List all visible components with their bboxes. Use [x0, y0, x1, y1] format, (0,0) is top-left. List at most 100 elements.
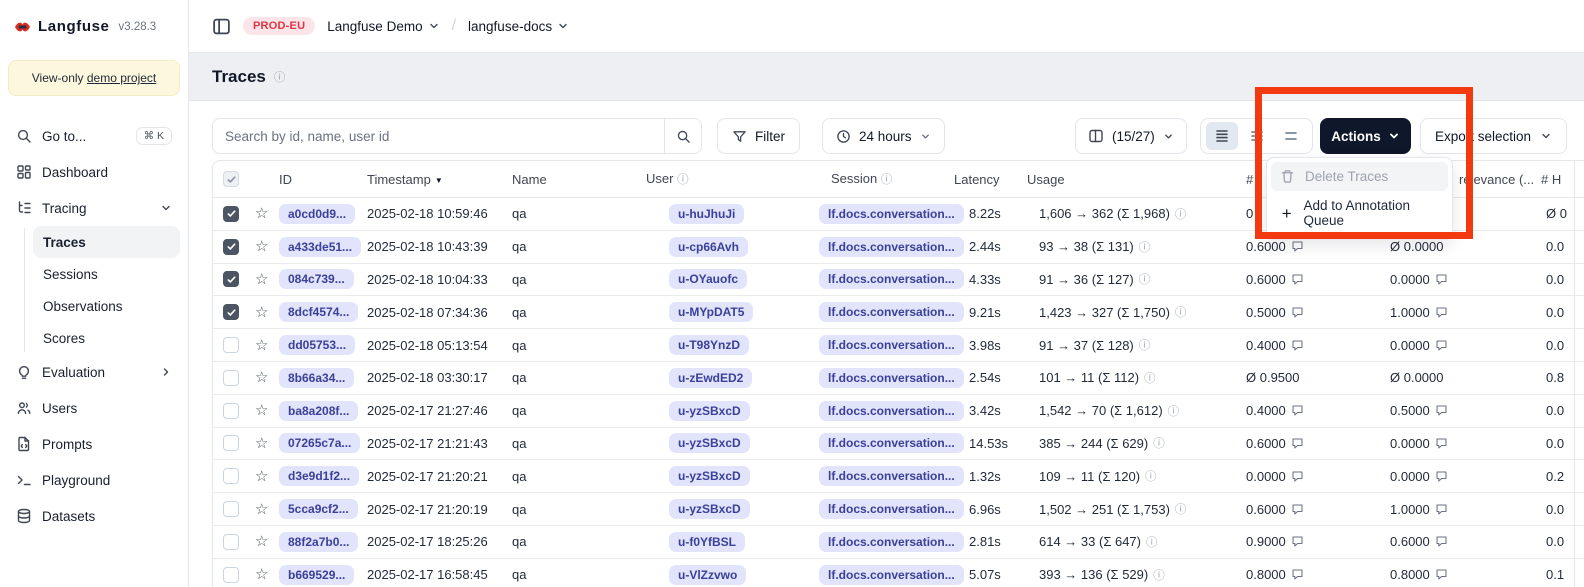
user-id-badge[interactable]: u-VlZzvwo	[669, 565, 746, 585]
user-id-badge[interactable]: u-huJhuJi	[669, 204, 744, 224]
bookmark-star-icon[interactable]: ☆	[255, 402, 268, 419]
row-checkbox[interactable]	[223, 501, 239, 517]
trace-id-badge[interactable]: a433de51...	[279, 237, 361, 257]
bookmark-star-icon[interactable]: ☆	[255, 337, 268, 354]
brand[interactable]: Langfuse v3.28.3	[0, 0, 188, 53]
session-id-badge[interactable]: lf.docs.conversation...	[819, 433, 964, 453]
bookmark-star-icon[interactable]: ☆	[255, 205, 268, 222]
sidebar-item-prompts[interactable]: Prompts	[8, 426, 180, 462]
sidebar-item-datasets[interactable]: Datasets	[8, 498, 180, 534]
user-id-badge[interactable]: u-yzSBxcD	[669, 433, 750, 453]
trace-id-badge[interactable]: 8dcf4574...	[279, 302, 358, 322]
header-session[interactable]: Session ⓘ	[819, 171, 954, 187]
row-checkbox[interactable]	[223, 534, 239, 550]
bookmark-star-icon[interactable]: ☆	[255, 435, 268, 452]
time-range-button[interactable]: 24 hours	[822, 118, 945, 154]
bookmark-star-icon[interactable]: ☆	[255, 501, 268, 518]
demo-project-link[interactable]: demo project	[87, 71, 156, 85]
header-id[interactable]: ID	[279, 172, 367, 187]
trace-id-badge[interactable]: b669529...	[279, 565, 354, 585]
search-button[interactable]	[664, 118, 702, 154]
user-id-badge[interactable]: u-zEwdED2	[669, 368, 752, 388]
header-user[interactable]: User ⓘ	[642, 171, 819, 187]
user-id-badge[interactable]: u-T98YnzD	[669, 335, 749, 355]
sidebar-item-goto[interactable]: Go to... ⌘ K	[8, 118, 180, 154]
user-id-badge[interactable]: u-f0YfBSL	[669, 532, 745, 552]
sidebar-item-dashboard[interactable]: Dashboard	[8, 154, 180, 190]
bookmark-star-icon[interactable]: ☆	[255, 369, 268, 386]
trace-id-badge[interactable]: 07265c7a...	[279, 433, 360, 453]
row-height-tall-button[interactable]	[1275, 122, 1307, 150]
row-height-medium-button[interactable]	[1241, 122, 1273, 150]
session-id-badge[interactable]: lf.docs.conversation...	[819, 401, 964, 421]
session-id-badge[interactable]: lf.docs.conversation...	[819, 532, 964, 552]
user-id-badge[interactable]: u-OYauofc	[669, 269, 747, 289]
session-id-badge[interactable]: lf.docs.conversation...	[819, 269, 964, 289]
filter-button[interactable]: Filter	[717, 118, 800, 154]
sidebar-item-users[interactable]: Users	[8, 390, 180, 426]
bookmark-star-icon[interactable]: ☆	[255, 566, 268, 583]
user-id-badge[interactable]: u-MYpDAT5	[669, 302, 753, 322]
column-visibility-button[interactable]: (15/27)	[1075, 118, 1187, 154]
sidebar-item-playground[interactable]: Playground	[8, 462, 180, 498]
bookmark-star-icon[interactable]: ☆	[255, 304, 268, 321]
actions-button[interactable]: Actions	[1320, 118, 1411, 154]
row-checkbox[interactable]	[223, 435, 239, 451]
row-height-compact-button[interactable]	[1206, 122, 1238, 150]
org-breadcrumb[interactable]: Langfuse Demo	[327, 19, 439, 34]
row-checkbox[interactable]	[223, 337, 239, 353]
menu-item-delete-traces[interactable]: Delete Traces	[1271, 162, 1448, 191]
sidebar-item-sessions[interactable]: Sessions	[33, 258, 180, 290]
row-checkbox[interactable]	[223, 271, 239, 287]
session-id-badge[interactable]: lf.docs.conversation...	[819, 237, 964, 257]
search-input[interactable]	[213, 129, 664, 144]
session-id-badge[interactable]: lf.docs.conversation...	[819, 565, 964, 585]
trace-id-badge[interactable]: 5cca9cf2...	[279, 499, 358, 519]
trace-id-badge[interactable]: dd05753...	[279, 335, 355, 355]
sidebar-item-traces[interactable]: Traces	[33, 226, 180, 258]
project-breadcrumb[interactable]: langfuse-docs	[468, 19, 569, 34]
sidebar-item-scores[interactable]: Scores	[33, 322, 180, 354]
trace-id-badge[interactable]: 084c739...	[279, 269, 354, 289]
menu-item-add-to-annotation-queue[interactable]: + Add to Annotation Queue	[1271, 191, 1448, 235]
session-id-badge[interactable]: lf.docs.conversation...	[819, 302, 964, 322]
row-checkbox[interactable]	[223, 370, 239, 386]
header-usage[interactable]: Usage	[1025, 172, 1241, 187]
session-id-badge[interactable]: lf.docs.conversation...	[819, 204, 964, 224]
user-id-badge[interactable]: u-yzSBxcD	[669, 466, 750, 486]
trace-id-badge[interactable]: ba8a208f...	[279, 401, 358, 421]
trace-id-badge[interactable]: 88f2a7b0...	[279, 532, 358, 552]
header-latency[interactable]: Latency	[954, 172, 1025, 187]
bookmark-star-icon[interactable]: ☆	[255, 468, 268, 485]
trace-id-badge[interactable]: d3e9d1f2...	[279, 466, 359, 486]
trace-timestamp: 2025-02-17 21:20:19	[367, 502, 512, 517]
sidebar-item-observations[interactable]: Observations	[33, 290, 180, 322]
session-id-badge[interactable]: lf.docs.conversation...	[819, 466, 964, 486]
row-checkbox[interactable]	[223, 468, 239, 484]
session-id-badge[interactable]: lf.docs.conversation...	[819, 499, 964, 519]
row-checkbox[interactable]	[223, 239, 239, 255]
row-checkbox[interactable]	[223, 304, 239, 320]
select-all-checkbox[interactable]	[223, 171, 239, 187]
header-relevance[interactable]: relevance (...	[1459, 172, 1539, 187]
trace-id-badge[interactable]: 8b66a34...	[279, 368, 354, 388]
bookmark-star-icon[interactable]: ☆	[255, 533, 268, 550]
row-checkbox[interactable]	[223, 206, 239, 222]
row-checkbox[interactable]	[223, 567, 239, 583]
user-id-badge[interactable]: u-yzSBxcD	[669, 401, 750, 421]
header-timestamp[interactable]: Timestamp▼	[367, 172, 512, 187]
export-selection-button[interactable]: Export selection	[1420, 118, 1567, 154]
panel-left-icon[interactable]	[212, 17, 231, 36]
session-id-badge[interactable]: lf.docs.conversation...	[819, 368, 964, 388]
sidebar-item-evaluation[interactable]: Evaluation	[8, 354, 180, 390]
bookmark-star-icon[interactable]: ☆	[255, 238, 268, 255]
bookmark-star-icon[interactable]: ☆	[255, 271, 268, 288]
header-name[interactable]: Name	[512, 172, 642, 187]
row-checkbox[interactable]	[223, 403, 239, 419]
user-id-badge[interactable]: u-cp66Avh	[669, 237, 748, 257]
sidebar-item-tracing[interactable]: Tracing	[8, 190, 180, 226]
trace-id-badge[interactable]: a0cd0d9...	[279, 204, 355, 224]
session-id-badge[interactable]: lf.docs.conversation...	[819, 335, 964, 355]
header-last[interactable]: # H	[1539, 172, 1584, 187]
user-id-badge[interactable]: u-yzSBxcD	[669, 499, 750, 519]
